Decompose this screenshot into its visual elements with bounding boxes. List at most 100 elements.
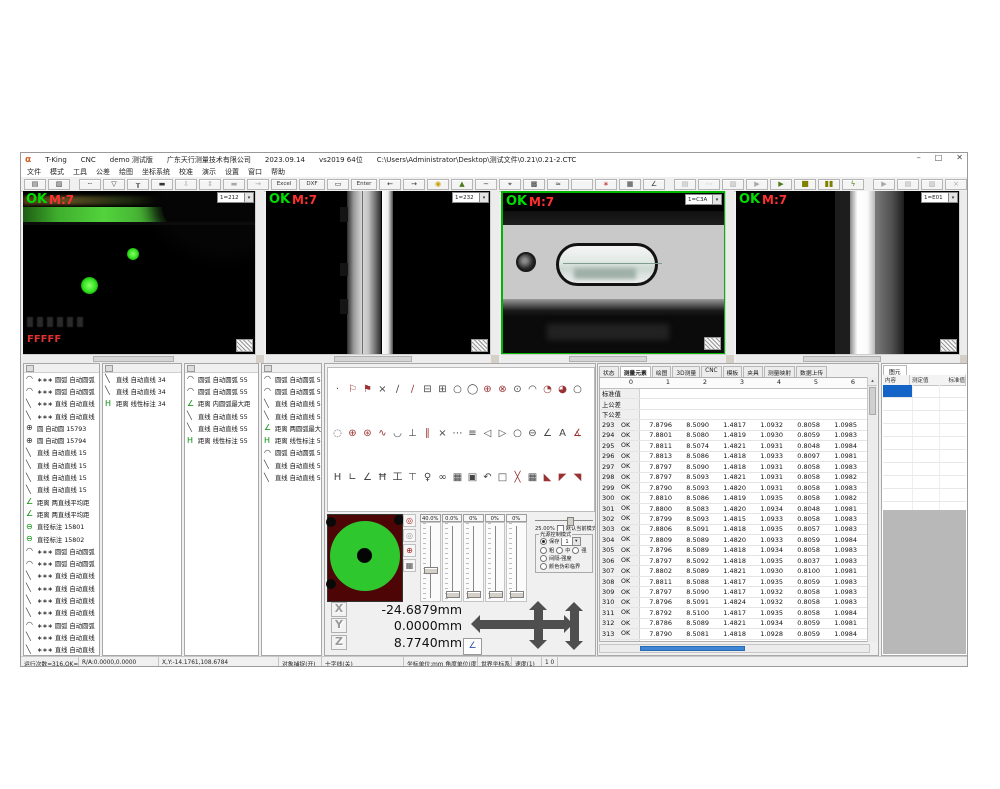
camera-4-hscrollbar[interactable] (736, 354, 960, 363)
tri2-tool-icon[interactable]: ◤ (557, 473, 568, 483)
interval-intensity-radio[interactable] (540, 555, 547, 562)
list-item[interactable]: ╲ 直线 自动直线 55 (185, 410, 258, 422)
toolbar-button[interactable]: × (945, 179, 967, 190)
diameter-tool-icon[interactable]: ⊖ (527, 429, 538, 439)
table-tool-icon[interactable]: ▦ (527, 473, 538, 483)
table-row[interactable]: 311OK 7.8792 8.5100 1.4817 1.0935 0.8058… (600, 608, 869, 618)
slider-thumb[interactable] (446, 591, 460, 598)
light-slider[interactable]: 0% (485, 514, 506, 602)
table-row[interactable]: 304OK 7.8809 8.5089 1.4820 1.0933 0.8059… (600, 535, 869, 545)
list-item[interactable]: ◠ ∗∗∗ 圆弧 自动圆弧 (24, 373, 99, 385)
chevron-down-icon[interactable]: ▾ (479, 193, 488, 202)
table-row[interactable]: 307OK 7.8802 8.5089 1.4821 1.0930 0.8100… (600, 566, 869, 576)
table-fixed-row[interactable]: 标准值 (600, 389, 869, 399)
target-circle-tool-icon[interactable]: ⊛ (362, 429, 373, 439)
camera-1-view[interactable]: OK M:7 FFFFF 1=212 ▾ (23, 191, 256, 355)
table-row[interactable]: 295OK 7.8811 8.5074 1.4821 1.0931 0.8048… (600, 441, 869, 451)
list-item[interactable]: ◠ ∗∗∗ 圆弧 自动圆弧 (24, 385, 99, 397)
list-item[interactable]: ╲ 直线 自动直线 15 (24, 471, 99, 483)
rect-plus-tool-icon[interactable]: ⊞ (437, 385, 448, 395)
minimize-button[interactable]: – (917, 153, 921, 162)
table-row[interactable]: 303OK 7.8806 8.5091 1.4818 1.0935 0.8057… (600, 525, 869, 535)
flag2-tool-icon[interactable]: ⚑ (362, 385, 373, 395)
channel-select[interactable]: 1 ▾ (561, 537, 580, 546)
element-row[interactable] (883, 476, 966, 489)
list-item[interactable]: ◠ 圆弧 自动圆弧 55 (185, 373, 258, 385)
table-row[interactable]: 301OK 7.8800 8.5083 1.4820 1.0934 0.8048… (600, 504, 869, 514)
element-cell[interactable] (883, 398, 913, 410)
coarse-radio[interactable] (540, 547, 547, 554)
angle-dim-tool-icon[interactable]: ∠ (362, 473, 373, 483)
toolbar-button[interactable]: ▨ (48, 179, 70, 190)
toolbar-button[interactable]: Excel (271, 179, 297, 190)
toolbar-button[interactable]: ▶ (770, 179, 792, 190)
element-cell[interactable] (913, 385, 940, 397)
element-row[interactable] (883, 398, 966, 411)
table-vscrollbar[interactable]: ▴ (867, 377, 877, 642)
menu-item[interactable]: 演示 (202, 167, 216, 177)
toolbar-button[interactable]: ⇕ (199, 179, 221, 190)
chart-button[interactable]: ∠ (463, 638, 482, 655)
light-slider[interactable]: 40.0% (420, 514, 441, 602)
target-ring-icon[interactable]: ◎ (403, 514, 416, 527)
table-row[interactable]: 300OK 7.8810 8.5086 1.4819 1.0935 0.8058… (600, 493, 869, 503)
toolbar-button[interactable]: ▭ (327, 179, 349, 190)
table-row[interactable]: 305OK 7.8796 8.5089 1.4818 1.0934 0.8058… (600, 546, 869, 556)
pie2-tool-icon[interactable]: ◕ (557, 385, 568, 395)
list-item[interactable]: ╲ 直线 自动直线 34 (103, 373, 181, 385)
table-row[interactable]: 313OK 7.8790 8.5081 1.4818 1.0928 0.8059… (600, 629, 869, 639)
arc-tool-icon[interactable]: ◠ (527, 385, 538, 395)
perpendicular-tool-icon[interactable]: ⊥ (407, 429, 418, 439)
keyboard-tool-icon[interactable]: ▦ (452, 473, 463, 483)
toolbar-button[interactable]: ⌖ (499, 179, 521, 190)
wave-tool-icon[interactable]: ∿ (377, 429, 388, 439)
list-item[interactable]: ╲ 直线 自动直线 15 (24, 459, 99, 471)
element-cell[interactable] (940, 398, 966, 410)
element-cell[interactable] (940, 385, 966, 397)
element-cell[interactable] (883, 463, 913, 475)
table-row[interactable]: 302OK 7.8799 8.5093 1.4815 1.0933 0.8058… (600, 514, 869, 524)
table-tab[interactable]: CNC (701, 366, 721, 377)
table-tab[interactable]: 3D测量 (672, 366, 700, 377)
element-row[interactable] (883, 450, 966, 463)
toolbar-button[interactable]: ← (379, 179, 401, 190)
list-item[interactable]: ◠ ∗∗∗ 圆弧 自动圆弧 (24, 557, 99, 569)
toolbar-button[interactable]: ≈ (547, 179, 569, 190)
toolbar-button[interactable]: ▤ (24, 179, 46, 190)
selected-cell[interactable] (883, 385, 913, 397)
table-row[interactable]: 306OK 7.8797 8.5092 1.4818 1.0935 0.8037… (600, 556, 869, 566)
menu-item[interactable]: 窗口 (248, 167, 262, 177)
element-cell[interactable] (940, 411, 966, 423)
table-row[interactable]: 293OK 7.8796 8.5090 1.4817 1.0932 0.8058… (600, 420, 869, 430)
element-cell[interactable] (913, 489, 940, 501)
list-item[interactable]: ╲ ∗∗∗ 直线 自动直线 (24, 582, 99, 594)
list-item[interactable]: ╲ 直线 自动直线 55 (262, 471, 321, 483)
element-cell[interactable] (940, 437, 966, 449)
resize-grip-icon[interactable] (471, 339, 488, 352)
toolbar-button[interactable]: → (247, 179, 269, 190)
list-item[interactable]: ╲ ∗∗∗ 直线 自动直线 (24, 410, 99, 422)
angle-tool-icon[interactable]: ∠ (542, 429, 553, 439)
element-cell[interactable] (913, 476, 940, 488)
toolbar-button[interactable]: ▨ (921, 179, 943, 190)
list-item[interactable]: ◠ 圆弧 自动圆弧 55 (185, 385, 258, 397)
resize-grip-icon[interactable] (940, 339, 957, 352)
undo-tool-icon[interactable]: ↶ (482, 473, 493, 483)
menu-item[interactable]: 绘图 (119, 167, 133, 177)
slider-thumb[interactable] (510, 591, 524, 598)
element-cell[interactable] (940, 489, 966, 501)
hscroll-thumb[interactable] (640, 646, 744, 651)
crosshair-circle-tool-icon[interactable]: ⊕ (347, 429, 358, 439)
element-row[interactable] (883, 489, 966, 502)
rect-minus-tool-icon[interactable]: ⊟ (422, 385, 433, 395)
link-tool-icon[interactable]: ∞ (437, 473, 448, 483)
crosshair-icon[interactable]: ⊕ (403, 544, 416, 557)
toolbar-button[interactable]: ▬ (223, 179, 245, 190)
light-slider[interactable]: 0.0% (442, 514, 463, 602)
menu-item[interactable]: 模式 (50, 167, 64, 177)
list-item[interactable]: ╲ 直线 自动直线 55 (185, 422, 258, 434)
point-tool-icon[interactable]: · (332, 385, 343, 395)
table-row[interactable]: 297OK 7.8797 8.5090 1.4818 1.0931 0.8058… (600, 462, 869, 472)
camera-2-view[interactable]: OK M:7 1=232 ▾ (266, 191, 491, 355)
table-tab[interactable]: 夹具 (743, 366, 763, 377)
